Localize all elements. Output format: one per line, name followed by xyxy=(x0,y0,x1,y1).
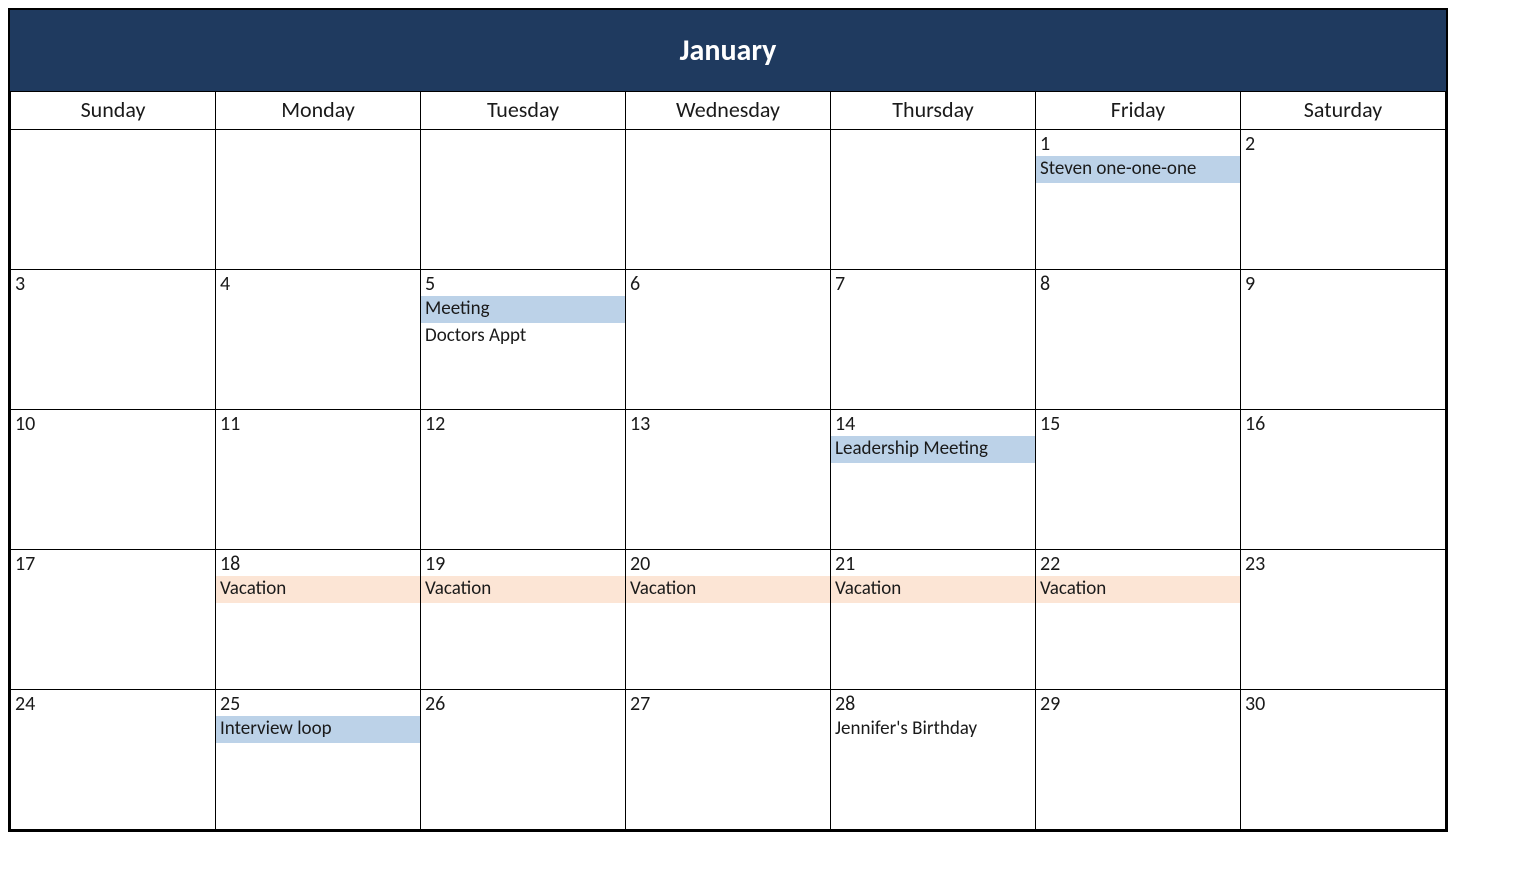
day-number: 17 xyxy=(11,550,215,576)
calendar-day-cell[interactable]: 12 xyxy=(421,410,626,550)
weekday-header: Friday xyxy=(1036,92,1241,130)
day-number: 6 xyxy=(626,270,830,296)
day-number: 1 xyxy=(1036,130,1240,156)
day-number: 4 xyxy=(216,270,420,296)
calendar-day-cell[interactable]: 10 xyxy=(11,410,216,550)
day-number: 5 xyxy=(421,270,625,296)
calendar-day-cell[interactable]: 14Leadership Meeting xyxy=(831,410,1036,550)
calendar-week-row: 1Steven one-one-one2 xyxy=(11,130,1446,270)
calendar-event[interactable]: Meeting xyxy=(421,296,625,323)
day-number: 7 xyxy=(831,270,1035,296)
calendar-day-cell[interactable]: 26 xyxy=(421,690,626,830)
day-number: 16 xyxy=(1241,410,1445,436)
calendar-day-cell[interactable]: 8 xyxy=(1036,270,1241,410)
calendar-day-cell[interactable]: 18Vacation xyxy=(216,550,421,690)
calendar-day-cell[interactable] xyxy=(11,130,216,270)
day-number: 18 xyxy=(216,550,420,576)
calendar-event[interactable]: Vacation xyxy=(831,576,1035,603)
day-number: 14 xyxy=(831,410,1035,436)
day-number: 9 xyxy=(1241,270,1445,296)
calendar-event[interactable]: Vacation xyxy=(1036,576,1240,603)
month-title: January xyxy=(10,10,1446,91)
weekday-header: Thursday xyxy=(831,92,1036,130)
calendar-day-cell[interactable]: 20Vacation xyxy=(626,550,831,690)
calendar-event[interactable]: Vacation xyxy=(421,576,625,603)
calendar-event[interactable]: Jennifer's Birthday xyxy=(831,716,1035,743)
calendar-week-row: 345MeetingDoctors Appt6789 xyxy=(11,270,1446,410)
calendar-day-cell[interactable]: 19Vacation xyxy=(421,550,626,690)
calendar-day-cell[interactable]: 15 xyxy=(1036,410,1241,550)
day-number: 13 xyxy=(626,410,830,436)
calendar-day-cell[interactable]: 1Steven one-one-one xyxy=(1036,130,1241,270)
calendar-day-cell[interactable]: 3 xyxy=(11,270,216,410)
calendar-day-cell[interactable]: 13 xyxy=(626,410,831,550)
day-number: 2 xyxy=(1241,130,1445,156)
calendar-day-cell[interactable]: 23 xyxy=(1241,550,1446,690)
day-number: 22 xyxy=(1036,550,1240,576)
day-number: 8 xyxy=(1036,270,1240,296)
calendar-day-cell[interactable]: 7 xyxy=(831,270,1036,410)
day-number: 21 xyxy=(831,550,1035,576)
weekday-header: Monday xyxy=(216,92,421,130)
day-number: 3 xyxy=(11,270,215,296)
calendar-day-cell[interactable]: 4 xyxy=(216,270,421,410)
day-number: 25 xyxy=(216,690,420,716)
day-number: 10 xyxy=(11,410,215,436)
day-number: 28 xyxy=(831,690,1035,716)
calendar-day-cell[interactable]: 29 xyxy=(1036,690,1241,830)
calendar-day-cell[interactable]: 11 xyxy=(216,410,421,550)
calendar: January Sunday Monday Tuesday Wednesday … xyxy=(8,8,1448,832)
weekday-header: Wednesday xyxy=(626,92,831,130)
weekday-header: Sunday xyxy=(11,92,216,130)
calendar-day-cell[interactable]: 28Jennifer's Birthday xyxy=(831,690,1036,830)
calendar-week-row: 2425Interview loop262728Jennifer's Birth… xyxy=(11,690,1446,830)
calendar-day-cell[interactable]: 2 xyxy=(1241,130,1446,270)
calendar-day-cell[interactable]: 30 xyxy=(1241,690,1446,830)
day-number: 26 xyxy=(421,690,625,716)
calendar-day-cell[interactable]: 27 xyxy=(626,690,831,830)
calendar-week-row: 1011121314Leadership Meeting1516 xyxy=(11,410,1446,550)
calendar-event[interactable]: Steven one-one-one xyxy=(1036,156,1240,183)
day-number: 29 xyxy=(1036,690,1240,716)
calendar-day-cell[interactable]: 9 xyxy=(1241,270,1446,410)
day-number: 23 xyxy=(1241,550,1445,576)
calendar-day-cell[interactable] xyxy=(421,130,626,270)
calendar-day-cell[interactable] xyxy=(216,130,421,270)
calendar-day-cell[interactable]: 25Interview loop xyxy=(216,690,421,830)
day-number: 30 xyxy=(1241,690,1445,716)
calendar-day-cell[interactable]: 16 xyxy=(1241,410,1446,550)
calendar-week-row: 1718Vacation19Vacation20Vacation21Vacati… xyxy=(11,550,1446,690)
calendar-event[interactable]: Doctors Appt xyxy=(421,323,625,350)
calendar-event[interactable]: Vacation xyxy=(626,576,830,603)
calendar-day-cell[interactable] xyxy=(626,130,831,270)
calendar-day-cell[interactable]: 17 xyxy=(11,550,216,690)
calendar-day-cell[interactable] xyxy=(831,130,1036,270)
weekday-header-row: Sunday Monday Tuesday Wednesday Thursday… xyxy=(11,92,1446,130)
calendar-event[interactable]: Vacation xyxy=(216,576,420,603)
day-number: 20 xyxy=(626,550,830,576)
calendar-event[interactable]: Interview loop xyxy=(216,716,420,743)
day-number: 12 xyxy=(421,410,625,436)
calendar-grid: Sunday Monday Tuesday Wednesday Thursday… xyxy=(10,91,1446,830)
day-number: 15 xyxy=(1036,410,1240,436)
day-number: 24 xyxy=(11,690,215,716)
calendar-day-cell[interactable]: 22Vacation xyxy=(1036,550,1241,690)
calendar-day-cell[interactable]: 24 xyxy=(11,690,216,830)
calendar-day-cell[interactable]: 5MeetingDoctors Appt xyxy=(421,270,626,410)
weekday-header: Tuesday xyxy=(421,92,626,130)
calendar-day-cell[interactable]: 6 xyxy=(626,270,831,410)
weekday-header: Saturday xyxy=(1241,92,1446,130)
day-number: 19 xyxy=(421,550,625,576)
calendar-event[interactable]: Leadership Meeting xyxy=(831,436,1035,463)
day-number: 11 xyxy=(216,410,420,436)
calendar-day-cell[interactable]: 21Vacation xyxy=(831,550,1036,690)
day-number: 27 xyxy=(626,690,830,716)
